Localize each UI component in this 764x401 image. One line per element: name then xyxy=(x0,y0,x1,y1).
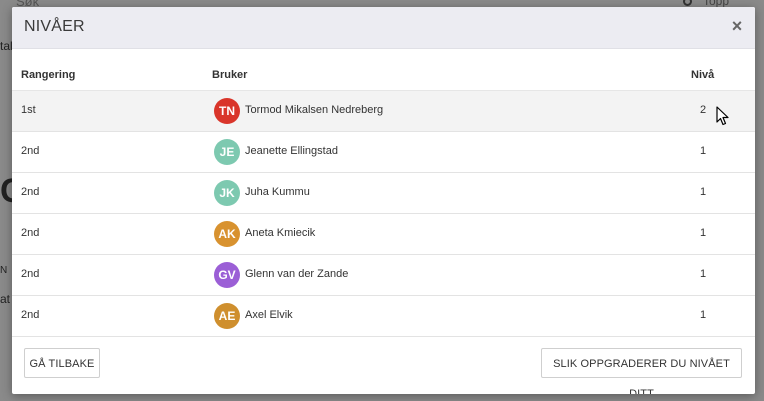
avatar: AE xyxy=(214,303,240,329)
table-row[interactable]: 2nd AK Aneta Kmiecik 1 xyxy=(12,214,755,255)
table-row[interactable]: 2nd JE Jeanette Ellingstad 1 xyxy=(12,132,755,173)
table-row[interactable]: 1st TN Tormod Mikalsen Nedreberg 2 xyxy=(12,91,755,132)
level-cell: 1 xyxy=(699,145,707,157)
rank-cell: 2nd xyxy=(21,309,40,321)
avatar: AK xyxy=(214,221,240,247)
rank-cell: 2nd xyxy=(21,186,40,198)
dialog-header: NIVÅER × xyxy=(12,7,755,49)
column-header-user[interactable]: Bruker xyxy=(212,69,247,81)
user-name: Juha Kummu xyxy=(245,186,310,198)
mouse-pointer-icon xyxy=(716,106,729,126)
user-name: Tormod Mikalsen Nedreberg xyxy=(245,104,384,116)
user-name: Jeanette Ellingstad xyxy=(245,145,338,157)
level-cell: 1 xyxy=(699,186,707,198)
table-row[interactable]: 2nd JK Juha Kummu 1 xyxy=(12,173,755,214)
rank-cell: 1st xyxy=(21,104,36,116)
level-cell: 1 xyxy=(699,309,707,321)
avatar: TN xyxy=(214,98,240,124)
background-fragment: tal xyxy=(0,39,13,53)
rank-cell: 2nd xyxy=(21,227,40,239)
level-cell: 2 xyxy=(699,104,707,116)
rank-cell: 2nd xyxy=(21,145,40,157)
user-name: Aneta Kmiecik xyxy=(245,227,316,239)
level-cell: 1 xyxy=(699,227,707,239)
user-name: Glenn van der Zande xyxy=(245,268,349,280)
close-icon[interactable]: × xyxy=(729,17,745,35)
table-row[interactable]: 2nd AE Axel Elvik 1 xyxy=(12,296,755,337)
column-header-rank[interactable]: Rangering xyxy=(21,69,75,81)
level-cell: 1 xyxy=(699,268,707,280)
background-radio-icon xyxy=(683,0,692,6)
avatar: JE xyxy=(214,139,240,165)
user-name: Axel Elvik xyxy=(245,309,293,321)
upgrade-level-button[interactable]: SLIK OPPGRADERER DU NIVÅET DITT xyxy=(541,348,742,394)
background-fragment: N xyxy=(0,265,8,276)
back-button[interactable]: GÅ TILBAKE xyxy=(24,348,100,378)
rank-cell: 2nd xyxy=(21,268,40,280)
levels-dialog: NIVÅER × Rangering Bruker Nivå 1st TN To… xyxy=(12,7,755,394)
dialog-title: NIVÅER xyxy=(24,18,85,35)
background-fragment: at xyxy=(0,292,11,306)
table-row[interactable]: 2nd GV Glenn van der Zande 1 xyxy=(12,255,755,296)
column-header-level[interactable]: Nivå xyxy=(691,69,714,81)
avatar: JK xyxy=(214,180,240,206)
table-header: Rangering Bruker Nivå xyxy=(12,57,755,91)
avatar: GV xyxy=(214,262,240,288)
levels-table: Rangering Bruker Nivå 1st TN Tormod Mika… xyxy=(12,57,755,337)
